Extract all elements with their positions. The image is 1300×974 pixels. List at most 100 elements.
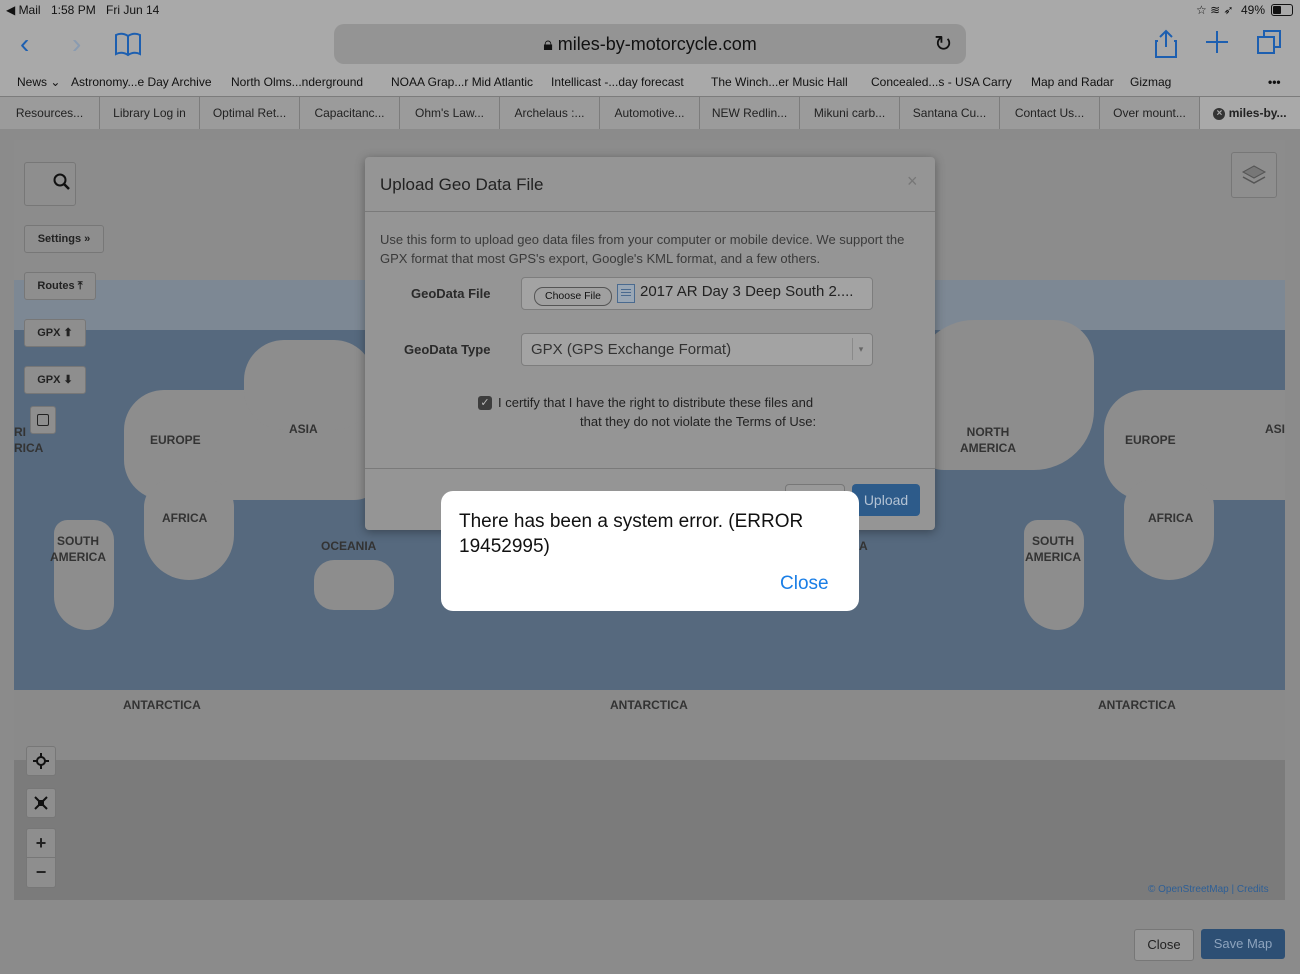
more-dots-icon[interactable]: •••: [1268, 75, 1281, 89]
battery-fill: [1273, 6, 1281, 14]
certify-checkbox[interactable]: ✓: [478, 396, 492, 410]
bookmarks-bar: News ⌄ Astronomy...e Day Archive North O…: [0, 70, 1300, 96]
routes-button[interactable]: Routes ⤒: [24, 272, 96, 300]
system-error-alert: There has been a system error. (ERROR 19…: [441, 491, 859, 611]
document-icon: [617, 284, 635, 303]
bookmark-item[interactable]: Concealed...s - USA Carry: [871, 75, 1012, 89]
layers-icon: [1241, 165, 1267, 184]
tab[interactable]: Mikuni carb...: [800, 97, 900, 129]
tab[interactable]: Library Log in: [100, 97, 200, 129]
dialog-title: Upload Geo Data File: [380, 175, 544, 194]
tab[interactable]: NEW Redlin...: [700, 97, 800, 129]
bookmark-item[interactable]: Map and Radar: [1031, 75, 1114, 89]
upload-button[interactable]: Upload: [852, 484, 920, 516]
map-attribution[interactable]: © OpenStreetMap | Credits: [1148, 884, 1269, 895]
tab[interactable]: Santana Cu...: [900, 97, 1000, 129]
bookmark-item[interactable]: North Olms...nderground: [231, 75, 363, 89]
map-label: EUROPE: [150, 433, 201, 447]
footer-close-button[interactable]: Close: [1134, 929, 1194, 961]
map-label: EUROPE: [1125, 433, 1176, 447]
bookmark-item[interactable]: NOAA Grap...r Mid Atlantic: [391, 75, 533, 89]
africa-right: [1124, 480, 1214, 580]
tab[interactable]: Ohm's Law...: [400, 97, 500, 129]
upload-geo-data-dialog: Upload Geo Data File × Use this form to …: [365, 157, 935, 530]
geodata-type-select[interactable]: GPX (GPS Exchange Format) ▾: [521, 333, 873, 366]
africa-left: [144, 480, 234, 580]
bookmarks-book-icon[interactable]: [114, 31, 142, 62]
tab[interactable]: Automotive...: [600, 97, 700, 129]
map-label: ANTARCTICA: [610, 698, 688, 712]
back-to-app-link[interactable]: ◀ Mail: [6, 3, 41, 17]
dialog-description: Use this form to upload geo data files f…: [380, 232, 905, 266]
address-text: 🔒︎ miles-by-motorcycle.com: [334, 34, 966, 55]
dialog-close-icon[interactable]: ×: [907, 171, 918, 192]
tab[interactable]: Archelaus :...: [500, 97, 600, 129]
zoom-out-button[interactable]: −: [27, 858, 55, 886]
gpx-download-button[interactable]: GPX ⬇: [24, 366, 86, 394]
geodata-type-label: GeoData Type: [404, 342, 491, 357]
australia-left: [314, 560, 394, 610]
locate-button[interactable]: [26, 746, 56, 776]
battery-percent: 49%: [1241, 3, 1266, 17]
geodata-file-field: Choose File 2017 AR Day 3 Deep South 2..…: [521, 277, 873, 310]
map-search-button[interactable]: [24, 162, 76, 206]
tab-active[interactable]: × miles-by...: [1200, 97, 1300, 129]
map-label: SOUTH AMERICA: [1025, 534, 1081, 564]
crosshair-icon: [33, 753, 49, 769]
browser-nav-bar: ‹ › 🔒︎ miles-by-motorcycle.com ↻: [0, 20, 1300, 70]
zoom-in-button[interactable]: +: [27, 829, 55, 858]
forward-arrow-icon[interactable]: ›: [72, 30, 81, 58]
alert-close-button[interactable]: Close: [780, 573, 829, 595]
battery-icon: [1271, 4, 1293, 16]
search-icon: [53, 173, 70, 190]
tab[interactable]: Optimal Ret...: [200, 97, 300, 129]
tab[interactable]: Contact Us...: [1000, 97, 1100, 129]
map-lower-area: [14, 760, 1285, 900]
zoom-controls: + −: [26, 828, 56, 888]
lock-icon: 🔒︎: [543, 34, 558, 54]
certify-text-line1: I certify that I have the right to distr…: [498, 395, 814, 410]
url: miles-by-motorcycle.com: [557, 34, 757, 54]
gpx-upload-button[interactable]: GPX ⬆: [24, 319, 86, 347]
map-label: A: [859, 539, 868, 553]
map-label: ASIA: [289, 422, 318, 436]
chevron-down-icon: ▾: [852, 338, 869, 360]
map-label: ANTARCTICA: [1098, 698, 1176, 712]
map-label: NORTH AMERICA: [960, 425, 1016, 455]
tab[interactable]: Resources...: [0, 97, 100, 129]
dialog-footer-divider: [365, 468, 935, 469]
share-icon[interactable]: [1154, 29, 1178, 64]
map-label: SOUTH AMERICA: [50, 534, 106, 564]
alert-message: There has been a system error. (ERROR 19…: [459, 511, 804, 557]
tab-bar: Resources... Library Log in Optimal Ret.…: [0, 96, 1300, 130]
bookmark-item[interactable]: Astronomy...e Day Archive: [71, 75, 212, 89]
fit-extent-button[interactable]: [26, 788, 56, 818]
tabs-overview-icon[interactable]: [1256, 29, 1282, 60]
layers-button[interactable]: [1231, 152, 1277, 198]
expand-icon: [34, 796, 48, 810]
square-icon: [37, 414, 49, 426]
settings-button[interactable]: Settings »: [24, 225, 104, 253]
bookmark-item[interactable]: Gizmag: [1130, 75, 1171, 89]
save-map-button[interactable]: Save Map: [1201, 929, 1285, 959]
geodata-file-label: GeoData File: [411, 286, 491, 301]
map-label: OCEANIA: [321, 539, 377, 553]
asia-left: [244, 340, 374, 430]
address-bar[interactable]: 🔒︎ miles-by-motorcycle.com ↻: [334, 24, 966, 64]
tab[interactable]: Over mount...: [1100, 97, 1200, 129]
bookmark-item[interactable]: Intellicast -...day forecast: [551, 75, 684, 89]
choose-file-button[interactable]: Choose File: [534, 287, 612, 306]
back-arrow-icon[interactable]: ‹: [20, 30, 29, 58]
bookmark-item[interactable]: News ⌄: [17, 75, 60, 89]
selected-file-name: 2017 AR Day 3 Deep South 2....: [640, 283, 854, 300]
bookmark-item[interactable]: The Winch...er Music Hall: [711, 75, 848, 89]
tab-label: miles-by...: [1228, 106, 1287, 120]
map-label: AFRICA: [1148, 511, 1194, 525]
new-tab-plus-icon[interactable]: [1204, 29, 1230, 60]
close-tab-icon[interactable]: ×: [1213, 107, 1226, 120]
reload-icon[interactable]: ↻: [934, 31, 952, 57]
tab[interactable]: Capacitanc...: [300, 97, 400, 129]
certify-text-line2: that they do not violate the Terms of Us…: [580, 414, 817, 429]
wifi-location-icons: ☆ ≋ ➶: [1196, 3, 1234, 17]
draw-square-button[interactable]: [30, 406, 56, 434]
